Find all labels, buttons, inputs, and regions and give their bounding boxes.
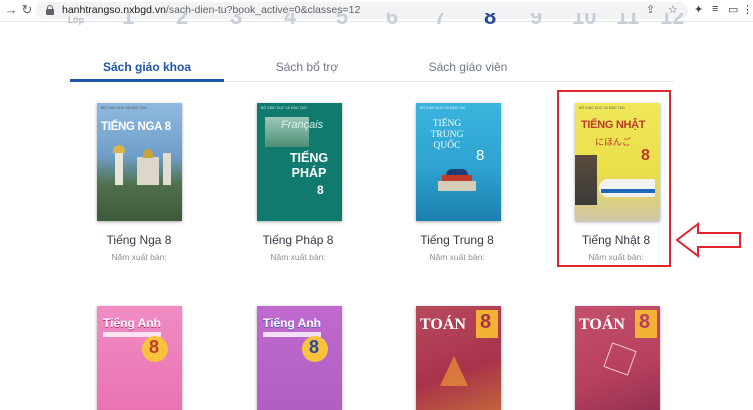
cover-title: TIẾNG NGA 8	[101, 121, 171, 133]
grade-8[interactable]: 8	[484, 13, 496, 27]
cover-title: Tiếng Anh	[263, 316, 321, 330]
book-card-tieng-anh-2[interactable]: Tiếng Anh 8	[223, 306, 373, 410]
menu-dots-icon[interactable]: ⋮	[742, 3, 753, 16]
back-arrow-icon[interactable]: →	[3, 2, 19, 18]
book-cover-image[interactable]: TOÁN 8	[575, 306, 660, 410]
grade-6[interactable]: 6	[386, 13, 398, 27]
book-cover-image[interactable]: BỘ GIÁO DỤC VÀ ĐÀO TẠO Français TIẾNG PH…	[257, 103, 342, 221]
book-title[interactable]: Tiếng Nga 8	[64, 233, 214, 247]
grade-2[interactable]: 2	[176, 13, 188, 27]
book-card-tieng-trung[interactable]: BỘ GIÁO DỤC VÀ ĐÀO TẠO TIẾNG TRUNG QUỐC …	[382, 103, 532, 263]
cover-title: TOÁN	[579, 316, 625, 333]
grade-7[interactable]: 7	[434, 13, 446, 27]
cover-number: 8	[480, 311, 492, 333]
tab-teacher-books[interactable]: Sách giáo viên	[400, 60, 536, 74]
book-year-label: Năm xuất bản:	[429, 252, 485, 262]
book-title[interactable]: Tiếng Trung 8	[382, 233, 532, 247]
cover-number: 8	[639, 311, 651, 333]
book-card-toan-2[interactable]: TOÁN 8	[541, 306, 691, 410]
media-queue-icon[interactable]: ≡	[712, 3, 718, 15]
book-cover-image[interactable]: Tiếng Anh 8	[97, 306, 182, 410]
split-view-icon[interactable]: ▭	[728, 3, 738, 16]
grade-3[interactable]: 3	[230, 13, 242, 27]
tab-textbooks[interactable]: Sách giáo khoa	[70, 60, 224, 74]
reload-icon[interactable]: ↻	[19, 2, 35, 18]
cover-title: TIẾNG TRUNG QUỐC	[430, 119, 464, 151]
book-card-tieng-phap[interactable]: BỘ GIÁO DỤC VÀ ĐÀO TẠO Français TIẾNG PH…	[223, 103, 373, 263]
book-year-label: Năm xuất bản:	[111, 252, 167, 262]
book-card-tieng-nga[interactable]: BỘ GIÁO DỤC VÀ ĐÀO TẠO TIẾNG NGA 8 Tiếng…	[64, 103, 214, 263]
book-card-toan-1[interactable]: TOÁN 8	[382, 306, 532, 410]
pointer-arrow-icon	[676, 222, 741, 258]
lock-icon	[46, 5, 54, 15]
cover-title: Tiếng Anh	[103, 316, 161, 330]
cover-number: 8	[309, 337, 320, 357]
book-year-label: Năm xuất bản:	[270, 252, 326, 262]
cover-number: 8	[149, 337, 160, 357]
grade-12[interactable]: 12	[660, 13, 684, 27]
book-cover-image[interactable]: Tiếng Anh 8	[257, 306, 342, 410]
grade-1[interactable]: 1	[122, 13, 134, 27]
book-card-tieng-anh-1[interactable]: Tiếng Anh 8	[64, 306, 214, 410]
active-tab-indicator	[70, 79, 224, 82]
grade-selector[interactable]: 1 2 3 4 5 6 7 8 9 10 11 12	[60, 13, 700, 27]
grade-4[interactable]: 4	[284, 13, 296, 27]
book-title[interactable]: Tiếng Pháp 8	[223, 233, 373, 247]
cover-number: 8	[476, 147, 485, 164]
grade-10[interactable]: 10	[572, 13, 596, 27]
cover-title: TOÁN	[420, 316, 466, 333]
grade-5[interactable]: 5	[336, 13, 348, 27]
highlight-box	[557, 90, 671, 267]
book-cover-image[interactable]: BỘ GIÁO DỤC VÀ ĐÀO TẠO TIẾNG TRUNG QUỐC …	[416, 103, 501, 221]
cover-number: 8	[317, 183, 324, 197]
book-cover-image[interactable]: BỘ GIÁO DỤC VÀ ĐÀO TẠO TIẾNG NGA 8	[97, 103, 182, 221]
book-type-tabs: Sách giáo khoa Sách bổ trợ Sách giáo viê…	[70, 52, 674, 82]
tab-supplementary[interactable]: Sách bổ trợ	[242, 60, 372, 74]
cover-title: TIẾNG PHÁP	[289, 151, 329, 180]
cover-subtitle: Français	[281, 119, 324, 131]
grade-11[interactable]: 11	[616, 13, 639, 27]
book-cover-image[interactable]: TOÁN 8	[416, 306, 501, 410]
grade-9[interactable]: 9	[530, 13, 542, 27]
